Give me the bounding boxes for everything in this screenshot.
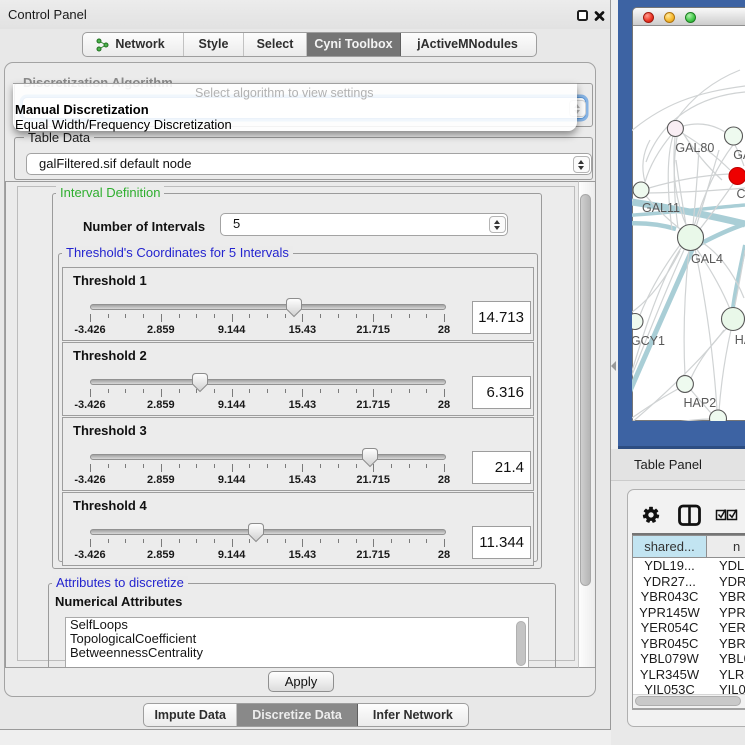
svg-text:GAL80: GAL80 — [675, 141, 714, 155]
svg-text:GCY1: GCY1 — [632, 334, 665, 348]
svg-text:GAL11: GAL11 — [642, 201, 680, 215]
svg-text:HAP2: HAP2 — [684, 396, 717, 410]
svg-text:CD: CD — [737, 187, 745, 201]
svg-text:GAL4: GAL4 — [691, 252, 723, 266]
svg-text:GA: GA — [733, 148, 745, 162]
svg-text:HA: HA — [735, 333, 745, 347]
